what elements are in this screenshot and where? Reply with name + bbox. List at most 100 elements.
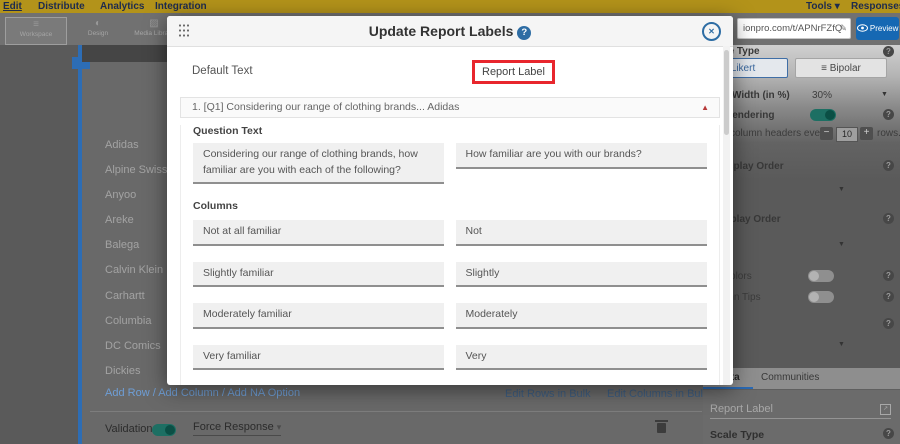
column-report-input[interactable]: Slightly	[456, 262, 708, 288]
help-icon[interactable]: ?	[883, 160, 894, 171]
report-label-column-header: Report Label	[472, 60, 555, 84]
minus-stepper-button[interactable]: −	[820, 127, 833, 140]
chevron-down-icon[interactable]: ▼	[838, 341, 845, 348]
design-palette-icon: ◐	[72, 17, 124, 30]
chevron-down-icon: ▾	[277, 422, 282, 432]
modal-scrollbar[interactable]	[723, 46, 730, 385]
accordion-body: Question Text Considering our range of c…	[180, 125, 720, 385]
help-icon[interactable]: ?	[883, 318, 894, 329]
help-icon[interactable]: ?	[517, 26, 531, 40]
validation-label: Validation	[105, 423, 153, 435]
eye-icon	[857, 24, 868, 32]
add-options-links: Add Row / Add Column / Add NA Option	[105, 387, 300, 399]
questionpro-editor: Edit Distribute Analytics Integration To…	[0, 0, 900, 444]
edit-rows-bulk-link[interactable]: Edit Rows in Bulk	[505, 388, 591, 400]
bipolar-button[interactable]: ≡ Bipolar	[795, 58, 887, 78]
matrix-row-label: Columbia	[105, 315, 151, 327]
trash-icon[interactable]	[657, 423, 666, 433]
force-response-dropdown[interactable]: Force Response ▾	[193, 421, 281, 436]
matrix-row-label: Balega	[105, 239, 139, 251]
chevron-down-icon[interactable]: ▼	[838, 186, 845, 193]
question-settings-panel: Scale Type ? Likert ≡ Bipolar Column Wid…	[705, 45, 900, 368]
help-icon[interactable]: ?	[883, 109, 894, 120]
help-icon[interactable]: ?	[883, 270, 894, 281]
column-default-input[interactable]: Moderately familiar	[193, 303, 444, 329]
tab-workspace[interactable]: ≡ Workspace	[5, 17, 67, 45]
menu-analytics[interactable]: Analytics	[100, 1, 144, 12]
help-icon[interactable]: ?	[883, 46, 894, 57]
column-report-input[interactable]: Not	[456, 220, 708, 246]
scale-type-bottom-label: Scale Type	[710, 429, 764, 441]
edit-columns-bulk-link[interactable]: Edit Columns in Bulk	[607, 388, 709, 400]
plus-stepper-button[interactable]: +	[860, 127, 873, 140]
share-url-input[interactable]: ionpro.com/t/APNrFZfQ ✎	[737, 18, 851, 39]
matrix-row-label: Calvin Klein	[105, 264, 163, 276]
alternate-colors-toggle[interactable]	[808, 270, 834, 282]
chevron-down-icon[interactable]: ▼	[881, 91, 888, 98]
add-row-link[interactable]: Add Row	[105, 387, 150, 399]
scrollbar-thumb[interactable]	[724, 50, 729, 135]
validation-toggle[interactable]	[152, 424, 176, 436]
expand-icon[interactable]: ↗	[880, 404, 891, 415]
top-menu-bar: Edit Distribute Analytics Integration To…	[0, 0, 900, 13]
columns-label: Columns	[193, 200, 707, 212]
column-report-input[interactable]: Very	[456, 345, 708, 371]
column-width-value[interactable]: 30%	[812, 90, 832, 101]
tab-design[interactable]: ◐ Design	[72, 17, 124, 43]
column-pair-row: Not at all familiar Not	[193, 220, 707, 246]
headers-rows-value[interactable]: 10	[836, 127, 858, 142]
report-label-input[interactable]: Report Label ↗	[710, 403, 891, 419]
question-text-row: Considering our range of clothing brands…	[193, 143, 707, 184]
column-headers-label: column headers every	[730, 128, 828, 139]
matrix-row-label: Anyoo	[105, 189, 136, 201]
active-tab-underline	[703, 387, 753, 389]
matrix-row-label: Carhartt	[105, 290, 145, 302]
menu-distribute[interactable]: Distribute	[38, 1, 85, 12]
column-pair-row: Slightly familiar Slightly	[193, 262, 707, 288]
menu-edit[interactable]: Edit	[3, 1, 22, 12]
help-icon[interactable]: ?	[883, 213, 894, 224]
help-icon[interactable]: ?	[883, 428, 894, 439]
edit-url-pencil-icon[interactable]: ✎	[839, 19, 847, 38]
matrix-row-label: Alpine Swiss	[105, 164, 167, 176]
close-icon[interactable]: ✕	[702, 22, 721, 41]
tab-communities[interactable]: Communities	[761, 372, 819, 383]
active-question-indicator	[78, 45, 82, 444]
preview-button[interactable]: Preview	[856, 17, 899, 40]
left-rail	[0, 45, 78, 444]
column-default-input[interactable]: Slightly familiar	[193, 262, 444, 288]
update-report-labels-modal: Update Report Labels ? ✕ Default Text Re…	[167, 16, 733, 385]
collapse-icon[interactable]: ▲	[701, 98, 709, 117]
menu-integration[interactable]: Integration	[155, 1, 207, 12]
chevron-down-icon[interactable]: ▼	[838, 241, 845, 248]
add-column-link[interactable]: Add Column	[158, 387, 219, 399]
help-icon[interactable]: ?	[883, 291, 894, 302]
question-report-input[interactable]: How familiar are you with our brands?	[456, 143, 708, 169]
question-default-input[interactable]: Considering our range of clothing brands…	[193, 143, 444, 184]
modal-title: Update Report Labels ?	[167, 23, 733, 40]
column-default-input[interactable]: Not at all familiar	[193, 220, 444, 246]
question-text-label: Question Text	[193, 125, 707, 137]
add-na-option-link[interactable]: Add NA Option	[227, 387, 300, 399]
column-tips-toggle[interactable]	[808, 291, 834, 303]
question-accordion: 1. [Q1] Considering our range of clothin…	[180, 97, 720, 385]
column-report-input[interactable]: Moderately	[456, 303, 708, 329]
matrix-row-label: DC Comics	[105, 340, 161, 352]
matrix-row-label: Areke	[105, 214, 134, 226]
trash-icon[interactable]	[655, 420, 668, 422]
bipolar-bars-icon: ≡	[821, 63, 827, 74]
menu-tools[interactable]: Tools ▾	[806, 1, 840, 12]
column-pair-row: Very familiar Very	[193, 345, 707, 371]
matrix-row-label: Adidas	[105, 139, 139, 151]
column-default-input[interactable]: Very familiar	[193, 345, 444, 371]
workspace-icon: ≡	[6, 18, 66, 31]
divider	[90, 411, 702, 412]
chevron-down-icon: ▾	[835, 1, 840, 12]
default-text-column-header: Default Text	[192, 65, 253, 77]
rendering-toggle[interactable]	[810, 109, 836, 121]
accordion-header[interactable]: 1. [Q1] Considering our range of clothin…	[180, 97, 720, 118]
modal-header: Update Report Labels ? ✕	[167, 16, 733, 47]
matrix-row-label: Dickies	[105, 365, 140, 377]
column-pair-row: Moderately familiar Moderately	[193, 303, 707, 329]
rows-suffix-label: rows.	[877, 128, 900, 139]
